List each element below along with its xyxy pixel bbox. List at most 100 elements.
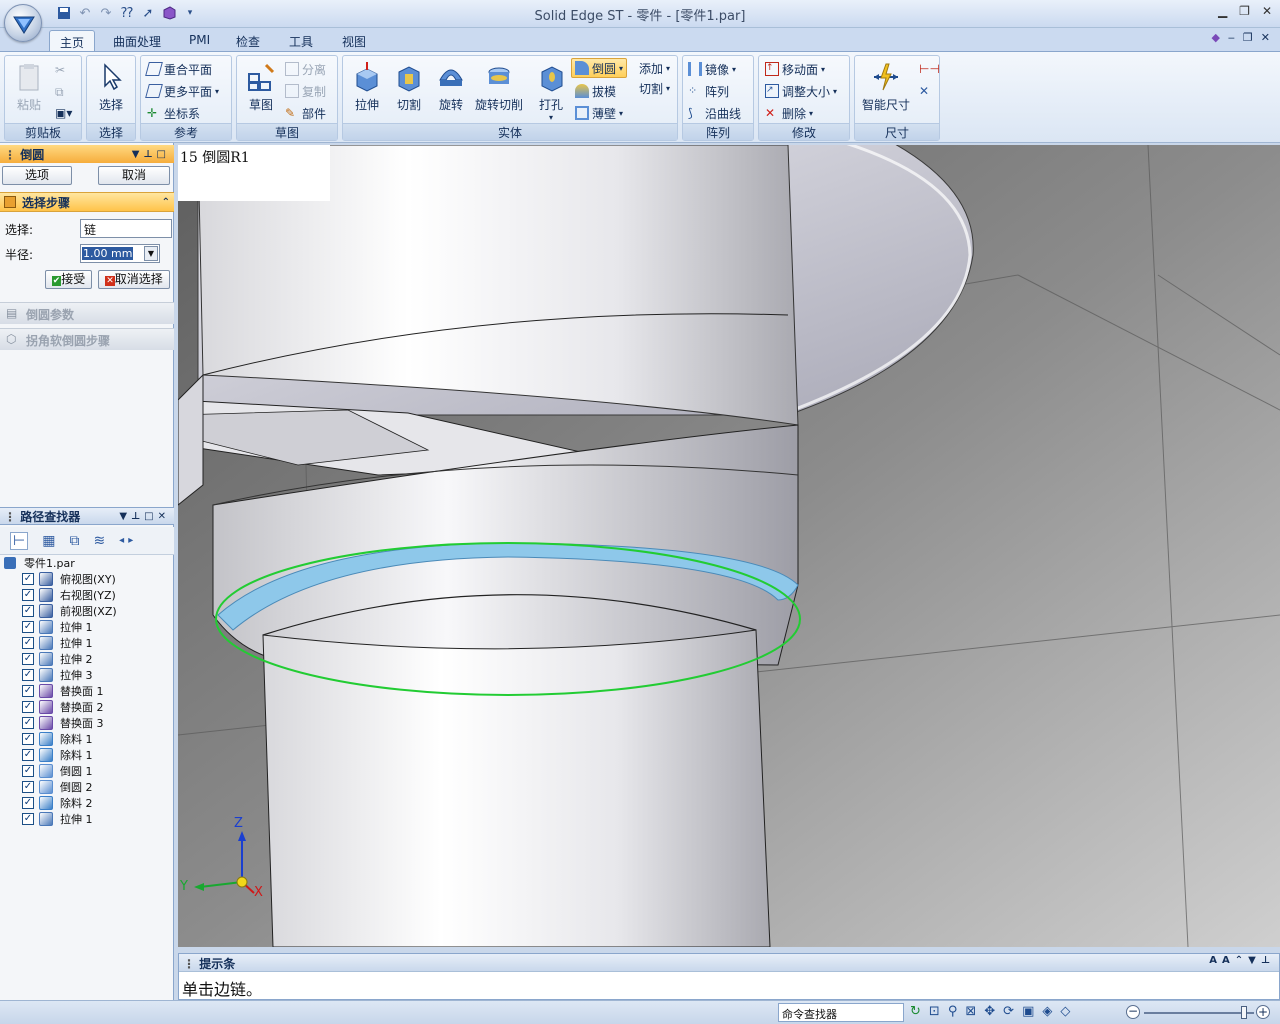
help-book-icon[interactable]: ◆ <box>1211 31 1219 44</box>
separate-button[interactable]: 分离 <box>285 59 326 79</box>
tree-item[interactable]: ✓ 前视图(XZ) <box>22 603 117 619</box>
cut-clip-icon[interactable]: ✂ <box>55 60 65 80</box>
tree-item[interactable]: ✓ 替换面 1 <box>22 683 104 699</box>
restore-icon[interactable]: ❐ <box>1239 4 1250 18</box>
customize-qat-icon[interactable]: ▾ <box>181 4 199 22</box>
paste-button[interactable]: 粘贴 <box>9 60 49 120</box>
layers-view-icon[interactable]: ≋ <box>93 533 105 549</box>
options-button[interactable]: 选项 <box>2 166 72 185</box>
collapse-icon[interactable]: ⌃ <box>1235 955 1248 966</box>
doc-minimize-icon[interactable]: ‒ <box>1228 31 1235 44</box>
visibility-checkbox[interactable]: ✓ <box>22 621 34 633</box>
zoom-out-icon[interactable]: − <box>1126 1005 1140 1019</box>
select-button[interactable]: 选择 <box>91 60 131 120</box>
visibility-checkbox[interactable]: ✓ <box>22 573 34 585</box>
visibility-checkbox[interactable]: ✓ <box>22 813 34 825</box>
part-button[interactable]: ✎ 部件 <box>285 103 326 123</box>
delete-button[interactable]: ✕ 删除 ▾ <box>765 103 813 123</box>
visibility-checkbox[interactable]: ✓ <box>22 797 34 809</box>
angle-dimension-icon[interactable]: ✕ <box>919 81 929 101</box>
extrude-button[interactable]: 拉伸 <box>347 60 387 120</box>
visibility-checkbox[interactable]: ✓ <box>22 781 34 793</box>
features-view-icon[interactable]: ▦ <box>42 533 55 549</box>
view-style-icon[interactable]: ◇ <box>1060 1004 1070 1019</box>
copy-clip-icon[interactable]: ⧉ <box>55 82 64 102</box>
tree-root[interactable]: 零件1.par <box>4 555 75 571</box>
tree-item[interactable]: ✓ 拉伸 1 <box>22 619 93 635</box>
panel-menu-icon[interactable]: ▼ <box>1248 955 1261 966</box>
draft-button[interactable]: 拔模 <box>575 81 616 101</box>
along-curve-button[interactable]: ⟆ 沿曲线 <box>688 103 741 123</box>
tab-tools[interactable]: 工具 <box>279 30 323 52</box>
visibility-checkbox[interactable]: ✓ <box>22 717 34 729</box>
command-finder-input[interactable]: 命令查找器 <box>778 1003 904 1022</box>
dimension-tool-icon[interactable]: ⊢⊣ <box>919 59 940 79</box>
corner-soft-round-step[interactable]: ⬡ 拐角软倒圆步骤 <box>0 328 174 350</box>
tree-item[interactable]: ✓ 除料 2 <box>22 795 93 811</box>
tree-view-icon[interactable]: ⊢ <box>10 531 29 550</box>
minimize-icon[interactable]: ▁ <box>1218 4 1227 18</box>
zoom-icon[interactable]: ⚲ <box>948 1004 958 1019</box>
doc-restore-icon[interactable]: ❐ <box>1243 31 1253 44</box>
revolve-cut-button[interactable]: 旋转切削 <box>473 60 525 120</box>
cancel-button[interactable]: 取消 <box>98 166 170 185</box>
zoom-in-icon[interactable]: + <box>1256 1005 1270 1019</box>
add-button[interactable]: 添加 ▾ <box>639 58 670 78</box>
pan-icon[interactable]: ✥ <box>984 1004 995 1019</box>
panel-menu-icon[interactable]: ▼ <box>119 511 131 522</box>
view-orient-icon[interactable]: ▣ <box>1022 1004 1034 1019</box>
panel-close-icon[interactable]: ✕ <box>158 511 170 522</box>
tab-view[interactable]: 视图 <box>332 30 376 52</box>
zoom-area-icon[interactable]: ⊡ <box>929 1004 940 1019</box>
resize-button[interactable]: ↗ 调整大小 ▾ <box>765 81 837 101</box>
visibility-checkbox[interactable]: ✓ <box>22 685 34 697</box>
3d-viewport[interactable]: 15 倒圆R1 Z Y X <box>178 145 1280 947</box>
go-icon[interactable]: ↻ <box>910 1004 921 1019</box>
close-icon[interactable]: ✕ <box>1262 4 1272 18</box>
panel-menu-icon[interactable]: ▼ <box>132 149 144 160</box>
coincident-plane-button[interactable]: 重合平面 <box>145 59 212 79</box>
tab-home[interactable]: 主页 <box>49 30 96 52</box>
pattern-button[interactable]: ⁘ 阵列 <box>688 81 729 101</box>
radius-field[interactable]: 1.00 mm ▼ <box>80 244 160 263</box>
tree-item[interactable]: ✓ 拉伸 1 <box>22 811 93 827</box>
visibility-checkbox[interactable]: ✓ <box>22 589 34 601</box>
visibility-checkbox[interactable]: ✓ <box>22 701 34 713</box>
tree-item[interactable]: ✓ 右视图(YZ) <box>22 587 116 603</box>
radius-dropdown-icon[interactable]: ▼ <box>144 246 158 261</box>
tab-pmi[interactable]: PMI <box>179 30 220 52</box>
pin-icon[interactable]: ⊥ <box>143 149 156 160</box>
tree-item[interactable]: ✓ 俯视图(XY) <box>22 571 116 587</box>
scroll-left-icon[interactable]: ◂ <box>119 535 124 546</box>
tab-surfacing[interactable]: 曲面处理 <box>103 30 171 52</box>
select-type-field[interactable]: 链 <box>80 219 172 238</box>
visibility-checkbox[interactable]: ✓ <box>22 733 34 745</box>
tree-item[interactable]: ✓ 倒圆 2 <box>22 779 93 795</box>
help-pointer-icon[interactable]: ⁇ <box>118 4 136 22</box>
accept-button[interactable]: ✔接受 <box>45 270 92 289</box>
copy-button[interactable]: 复制 <box>285 81 326 101</box>
font-increase-icon[interactable]: A <box>1209 955 1222 966</box>
panel-maximize-icon[interactable]: □ <box>157 149 170 160</box>
tree-item[interactable]: ✓ 拉伸 1 <box>22 635 93 651</box>
select-arrow-icon[interactable]: ➚ <box>139 4 157 22</box>
rotate-icon[interactable]: ⟳ <box>1003 1004 1014 1019</box>
mirror-button[interactable]: 镜像 ▾ <box>688 59 736 79</box>
coordinate-system-button[interactable]: ✛ 坐标系 <box>147 103 200 123</box>
visibility-checkbox[interactable]: ✓ <box>22 605 34 617</box>
round-parameters-step[interactable]: ▤ 倒圆参数 <box>0 302 174 324</box>
round-dropdown-icon[interactable]: ▾ <box>619 64 623 73</box>
cut-button[interactable]: 切割 <box>389 60 429 120</box>
font-decrease-icon[interactable]: A <box>1222 955 1235 966</box>
tree-item[interactable]: ✓ 替换面 2 <box>22 699 104 715</box>
tree-item[interactable]: ✓ 除料 1 <box>22 731 93 747</box>
more-planes-button[interactable]: 更多平面 ▾ <box>145 81 219 101</box>
zoom-slider[interactable]: − + <box>1126 1005 1272 1021</box>
hole-dropdown-icon[interactable]: ▾ <box>531 113 571 122</box>
round-button[interactable]: 倒圆 ▾ <box>571 58 628 78</box>
zoom-slider-thumb[interactable] <box>1241 1006 1247 1019</box>
move-face-button[interactable]: ↑ 移动面 ▾ <box>765 59 825 79</box>
pin-icon[interactable]: ⊥ <box>1261 955 1275 966</box>
panel-maximize-icon[interactable]: □ <box>144 511 157 522</box>
redo-icon[interactable]: ↷ <box>97 4 115 22</box>
